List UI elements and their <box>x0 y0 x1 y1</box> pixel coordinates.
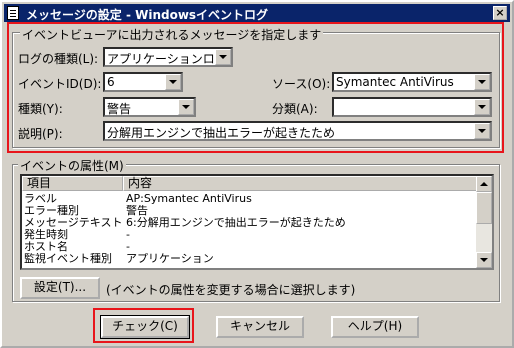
vertical-scrollbar[interactable] <box>476 176 492 268</box>
row-value[interactable]: - <box>126 229 474 241</box>
row-item[interactable]: メッセージテキスト <box>24 217 123 229</box>
title-bar: メッセージの設定 - Windowsイベントログ × <box>4 4 510 22</box>
row-value[interactable]: AP:Symantec AntiVirus <box>126 193 474 205</box>
close-icon: × <box>495 6 505 19</box>
scroll-down-icon[interactable] <box>476 252 492 268</box>
document-icon <box>7 6 19 20</box>
dialog-window: メッセージの設定 - Windowsイベントログ × イベントビューアに出力され… <box>0 0 514 348</box>
help-button[interactable]: ヘルプ(H) <box>331 316 419 338</box>
row-item[interactable]: エラー種別 <box>24 205 123 217</box>
row-item[interactable]: ホスト名 <box>24 241 123 253</box>
row-item[interactable]: ラベル <box>24 193 123 205</box>
check-button-highlight <box>93 308 194 343</box>
row-value[interactable]: - <box>126 241 474 253</box>
row-item[interactable]: 発生時刻 <box>24 229 123 241</box>
row-value[interactable]: アプリケーション <box>126 253 474 265</box>
row-value[interactable]: 6:分解用エンジンで抽出エラーが起きたため <box>126 217 474 229</box>
settings-button[interactable]: 設定(T)... <box>20 277 100 299</box>
message-settings-highlight <box>7 22 504 153</box>
row-item[interactable]: 監視イベント種別 <box>24 253 123 265</box>
window-title: メッセージの設定 - Windowsイベントログ <box>26 8 269 22</box>
column-header-content[interactable]: 内容 <box>123 176 477 191</box>
cancel-button[interactable]: キャンセル <box>216 316 304 338</box>
column-header-item[interactable]: 項目 <box>22 176 123 191</box>
settings-hint: (イベントの属性を変更する場合に選択します) <box>106 283 356 297</box>
scroll-thumb[interactable] <box>476 192 492 224</box>
scroll-up-icon[interactable] <box>476 176 492 192</box>
event-attributes-group-title: イベントの属性(M) <box>18 157 126 174</box>
close-button[interactable]: × <box>493 6 507 20</box>
row-value[interactable]: 警告 <box>126 205 474 217</box>
event-attributes-list[interactable]: 項目 内容 ラベル AP:Symantec AntiVirus エラー種別 警告… <box>20 174 494 270</box>
